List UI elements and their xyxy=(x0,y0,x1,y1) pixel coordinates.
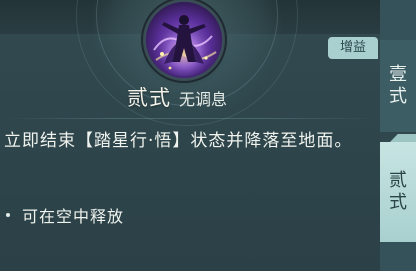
skill-description: 立即结束【踏星行·悟】状态并降落至地面。 xyxy=(4,131,353,151)
bullet-icon xyxy=(6,213,10,217)
skill-subtitle: 无调息 xyxy=(179,90,228,109)
skill-note: 可在空中释放 xyxy=(6,203,124,227)
tab-form-1-char-2: 式 xyxy=(389,86,407,107)
skill-tooltip: 贰式 无调息 增益 立即结束【踏星行·悟】状态并降落至地面。 可在空中释放 壹 … xyxy=(0,0,416,271)
skill-name: 贰式 xyxy=(127,86,171,110)
skill-title: 贰式 无调息 xyxy=(127,82,227,112)
tab-form-1[interactable]: 壹 式 xyxy=(380,40,416,132)
skill-note-text: 可在空中释放 xyxy=(22,207,125,226)
tab-form-2-char-1: 贰 xyxy=(389,170,407,191)
tab-form-2-char-2: 式 xyxy=(389,192,407,213)
dancer-figure-icon xyxy=(153,15,217,76)
tab-form-1-char-1: 壹 xyxy=(389,64,407,85)
tab-form-2[interactable]: 贰 式 xyxy=(380,142,416,242)
buff-tag-badge: 增益 xyxy=(328,37,378,59)
skill-icon xyxy=(146,2,222,78)
divider xyxy=(0,118,380,119)
